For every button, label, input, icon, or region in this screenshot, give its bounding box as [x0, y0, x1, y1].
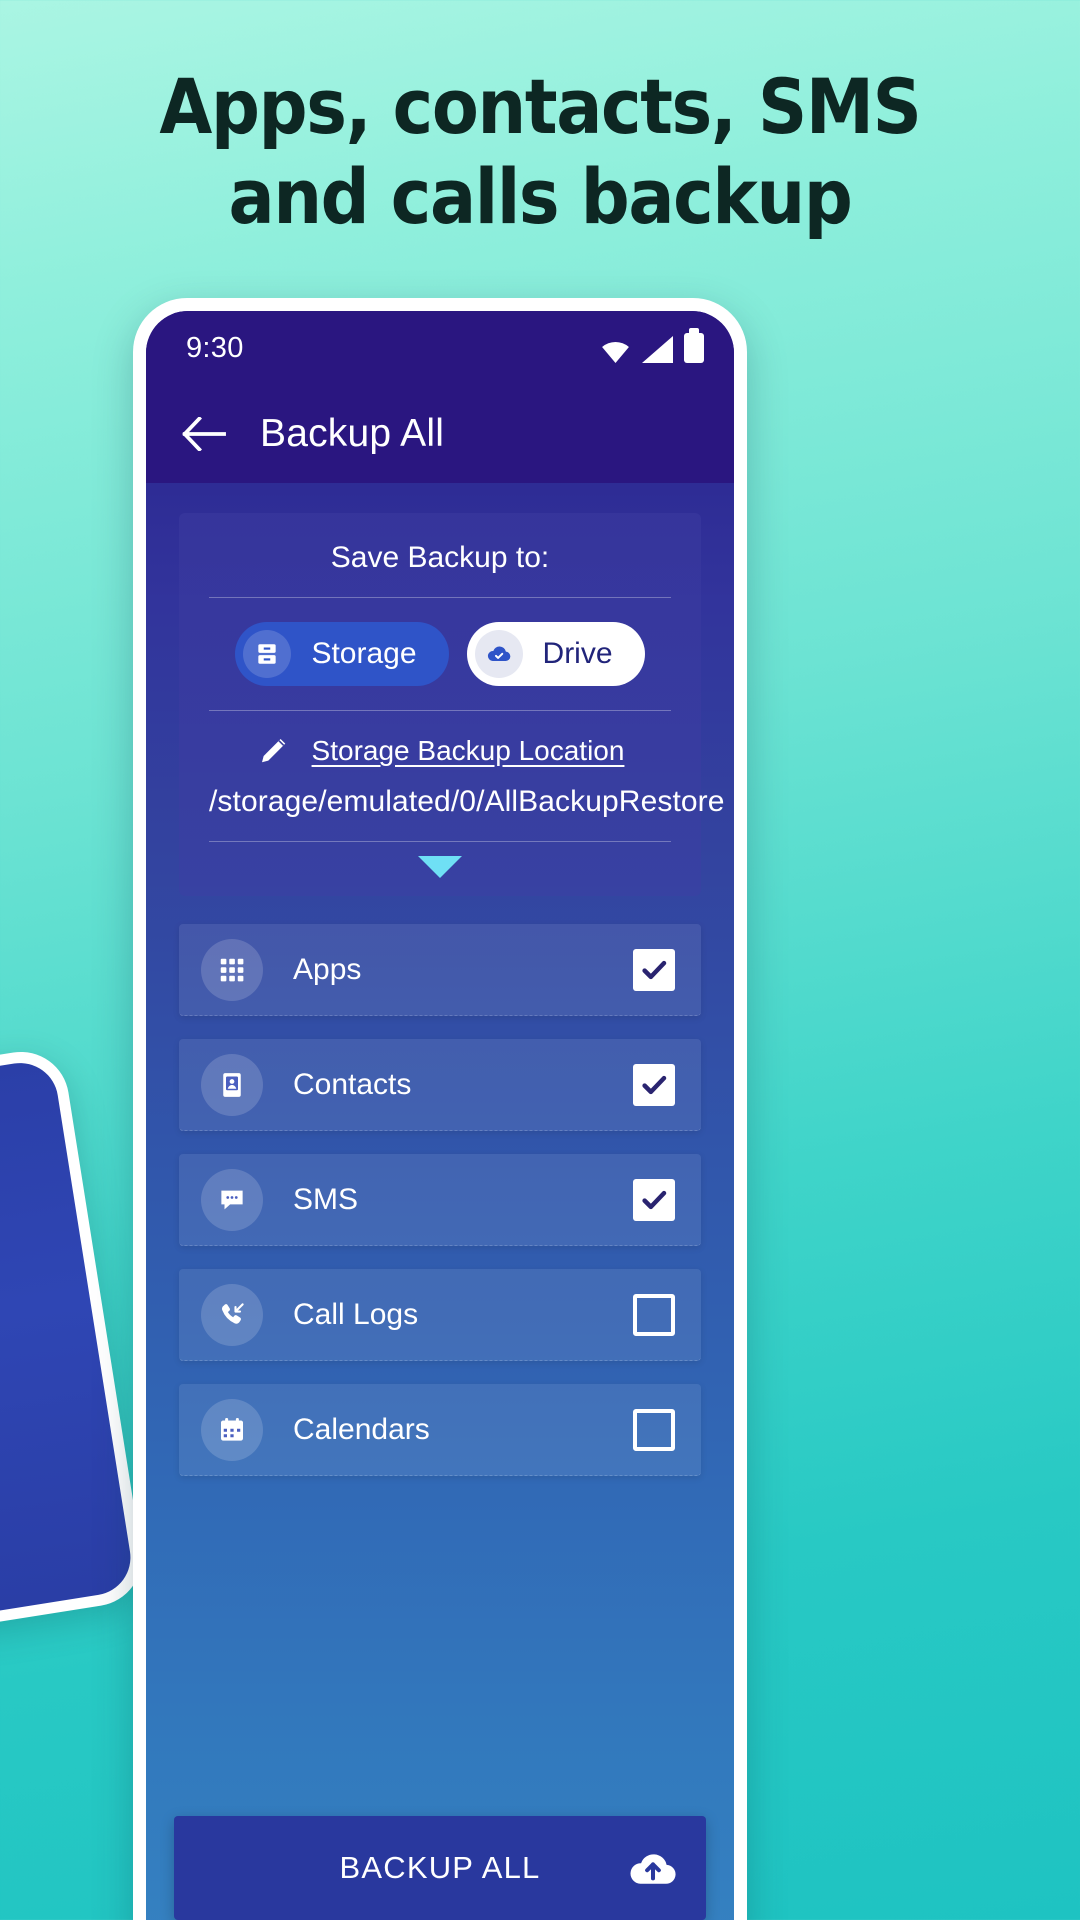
signal-icon	[642, 336, 673, 363]
list-item-label: Call Logs	[293, 1297, 419, 1331]
calendar-icon	[201, 1398, 263, 1461]
checkbox-contacts[interactable]	[633, 1063, 675, 1106]
expand-card-toggle[interactable]	[209, 842, 671, 888]
storage-drawer-icon	[243, 630, 292, 678]
screen-content: Save Backup to: Storage Drive Storage Ba…	[146, 483, 734, 1920]
backup-item-list: Apps Contacts SMS Call Logs Calendars	[179, 924, 701, 1476]
headline-line-1: Apps, contacts, SMS	[159, 62, 922, 151]
list-item-label: SMS	[293, 1182, 359, 1216]
phone-incoming-icon	[201, 1283, 263, 1346]
list-item[interactable]: Call Logs	[179, 1269, 701, 1361]
headline-line-2: and calls backup	[228, 151, 853, 241]
list-item-label: Apps	[293, 952, 362, 986]
page-title: Backup All	[260, 412, 445, 455]
list-item[interactable]: Apps	[179, 924, 701, 1016]
storage-location-label[interactable]: Storage Backup Location	[312, 735, 625, 767]
status-bar-icons	[600, 328, 704, 363]
bottom-action-bar: BACKUP ALL	[146, 1816, 734, 1920]
battery-icon	[684, 328, 704, 363]
phone-mockup: 9:30 Backup All Save Backup to: Storage …	[133, 298, 747, 1920]
storage-location-path: /storage/emulated/0/AllBackupRestore	[209, 785, 725, 818]
status-bar-clock: 9:30	[186, 331, 244, 364]
cloud-upload-icon	[630, 1854, 676, 1884]
checkbox-apps[interactable]	[633, 948, 675, 991]
background-phone-screen: AD	[0, 1057, 136, 1619]
background-phone: AD	[0, 1045, 149, 1631]
list-item[interactable]: SMS	[179, 1154, 701, 1246]
apps-grid-icon	[201, 938, 263, 1001]
contact-card-icon	[201, 1053, 263, 1116]
list-item-label: Calendars	[293, 1412, 430, 1446]
checkbox-calendars[interactable]	[633, 1408, 675, 1451]
chat-bubble-icon	[201, 1168, 263, 1231]
storage-location-row[interactable]: Storage Backup Location	[209, 711, 671, 775]
list-item[interactable]: Contacts	[179, 1039, 701, 1131]
checkbox-call-logs[interactable]	[633, 1293, 675, 1336]
backup-all-button[interactable]: BACKUP ALL	[174, 1816, 706, 1920]
cloud-check-icon	[474, 630, 523, 678]
arrow-left-icon[interactable]	[182, 417, 226, 451]
save-backup-card: Save Backup to: Storage Drive Storage Ba…	[179, 513, 725, 896]
backup-all-button-label: BACKUP ALL	[339, 1850, 541, 1885]
app-bar: Backup All	[146, 385, 734, 483]
phone-screen: 9:30 Backup All Save Backup to: Storage …	[146, 311, 734, 1920]
caret-down-icon[interactable]	[418, 856, 462, 878]
save-backup-title: Save Backup to:	[330, 541, 550, 574]
pencil-icon[interactable]	[256, 733, 292, 769]
destination-chip-storage[interactable]: Storage	[235, 622, 449, 686]
destination-chip-storage-label: Storage	[311, 637, 417, 670]
destination-chip-drive[interactable]: Drive	[466, 622, 645, 686]
destination-chip-group: Storage Drive	[209, 598, 671, 710]
wifi-icon	[602, 342, 629, 363]
destination-chip-drive-label: Drive	[542, 637, 613, 670]
status-bar: 9:30	[146, 311, 734, 385]
list-item[interactable]: Calendars	[179, 1384, 701, 1476]
list-item-label: Contacts	[293, 1067, 412, 1101]
promo-headline: Apps, contacts, SMS and calls backup	[54, 68, 1026, 235]
checkbox-sms[interactable]	[633, 1178, 675, 1221]
